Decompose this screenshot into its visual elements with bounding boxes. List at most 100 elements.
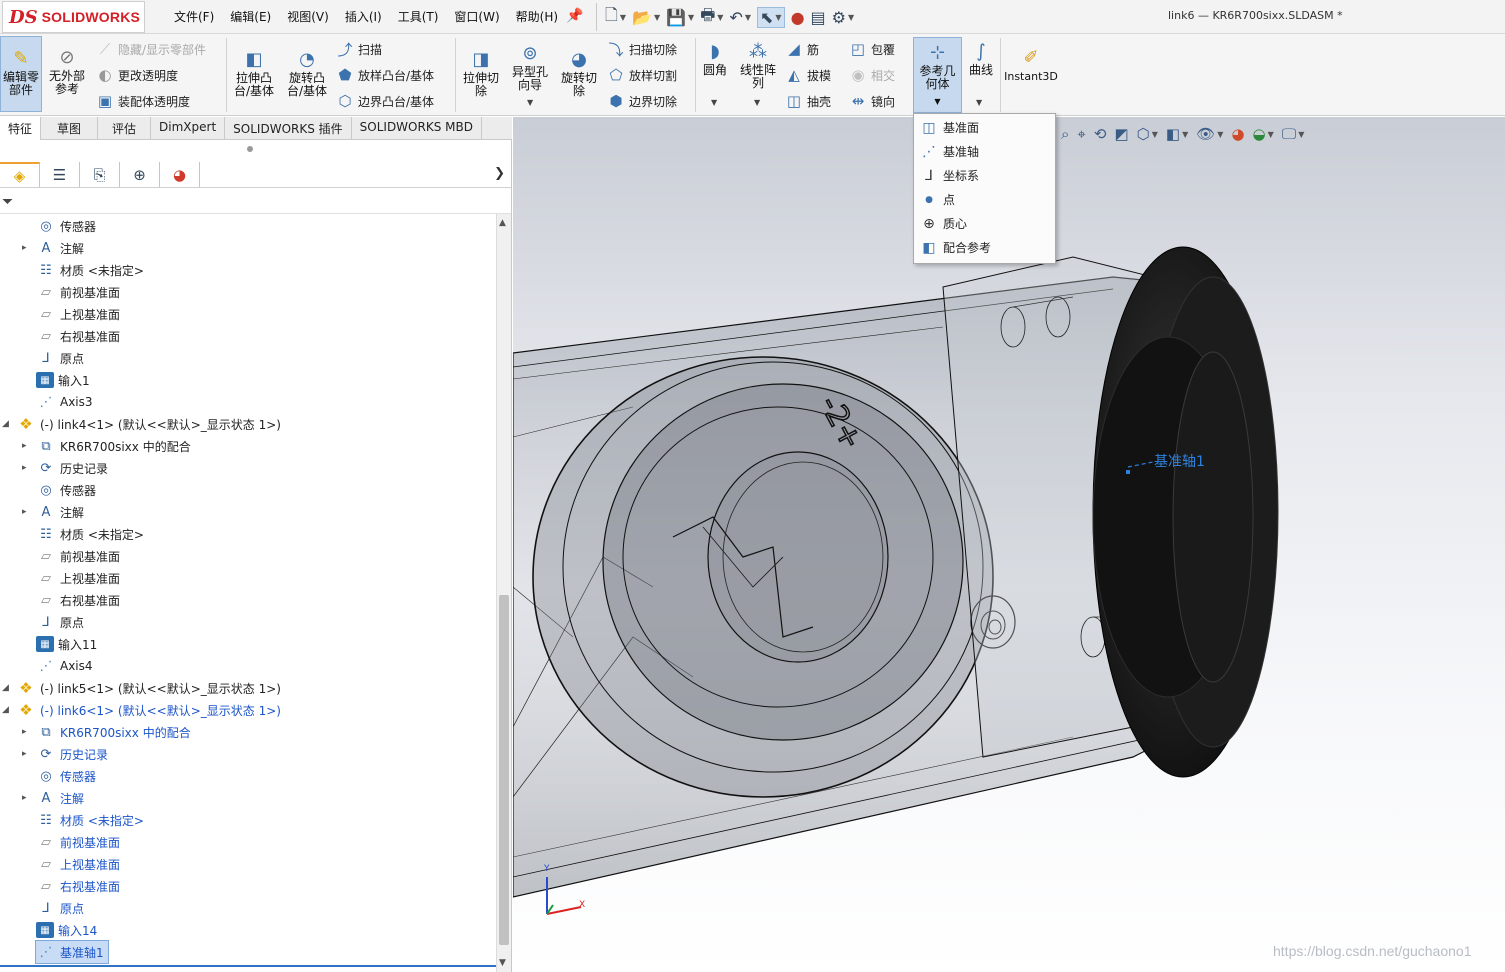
hide-show-items-icon[interactable]: 👁 <box>1196 125 1215 143</box>
expand-toggle-icon[interactable]: ▸ <box>22 793 27 803</box>
change-transparency-button[interactable]: ◐ 更改透明度 <box>94 65 178 85</box>
expand-toggle-icon[interactable]: ◢ <box>2 705 9 715</box>
select-button[interactable]: ⬉ ▼ <box>757 6 785 28</box>
hole-wizard-button[interactable]: ⊚ 异型孔 向导 <box>508 44 552 92</box>
tree-item[interactable]: ⋰ Axis4 <box>36 655 93 677</box>
solidworks-logo[interactable]: DS SOLIDWORKS <box>2 1 145 33</box>
tree-item[interactable]: ◢ ❖ (-) link5<1> (默认<<默认>_显示状态 1>) <box>2 677 281 699</box>
hide-show-components-button[interactable]: ⟋ 隐藏/显示零部件 <box>94 39 206 59</box>
tab-solidworks-addins[interactable]: SOLIDWORKS 插件 <box>225 117 352 140</box>
linear-pattern-button[interactable]: ⁂ 线性阵 列 <box>736 42 780 90</box>
view-settings-icon[interactable]: 🖵 <box>1282 125 1296 143</box>
tree-item[interactable]: ⋰ Axis3 <box>36 391 93 413</box>
rib-button[interactable]: ◢ 筋 <box>783 39 819 59</box>
property-manager-tab[interactable]: ☰ <box>40 162 80 187</box>
undo-button[interactable]: ↶ ▼ <box>729 8 751 27</box>
tree-item[interactable]: ▱ 上视基准面 <box>36 567 120 589</box>
expand-toggle-icon[interactable]: ▸ <box>22 727 27 737</box>
chevron-down-icon[interactable]: ▼ <box>1268 130 1274 139</box>
menu-window[interactable]: 窗口(W) <box>446 6 507 27</box>
menu-item-center-of-mass[interactable]: ⊕ 质心 <box>915 212 1054 235</box>
tree-item[interactable]: ▱ 右视基准面 <box>36 875 120 897</box>
zoom-to-fit-icon[interactable]: ⌕ <box>1061 125 1069 143</box>
view-orientation-icon[interactable]: ⬡ <box>1137 125 1150 143</box>
tree-item[interactable]: ☷ 材质 <未指定> <box>36 523 144 545</box>
zoom-to-area-icon[interactable]: ⌖ <box>1077 125 1085 143</box>
menu-help[interactable]: 帮助(H) <box>508 6 566 27</box>
scroll-down-icon[interactable]: ▼ <box>499 958 506 968</box>
display-manager-tab[interactable]: ◕ <box>160 162 200 187</box>
chevron-down-icon[interactable]: ▼ <box>1217 130 1223 139</box>
menu-item-plane[interactable]: ◫ 基准面 <box>915 116 1054 139</box>
tree-item[interactable]: ▱ 右视基准面 <box>36 589 120 611</box>
tree-item[interactable]: ▱ 前视基准面 <box>36 545 120 567</box>
panel-splitter[interactable] <box>247 146 253 152</box>
tree-item[interactable]: ▱ 前视基准面 <box>36 831 120 853</box>
menu-item-mate-reference[interactable]: ◧ 配合参考 <box>915 236 1054 259</box>
tree-item[interactable]: ▦ 输入11 <box>36 633 97 655</box>
print-button[interactable]: 🖶 ▼ <box>700 4 723 31</box>
chevron-down-icon[interactable]: ▼ <box>1152 130 1158 139</box>
tree-item[interactable]: ⅃ 原点 <box>36 611 84 633</box>
revolve-boss-button[interactable]: ◔ 旋转凸 台/基体 <box>284 50 330 98</box>
edit-component-button[interactable]: ✎ 编辑零 部件 <box>0 36 42 112</box>
edit-appearance-icon[interactable]: ◕ <box>1231 125 1244 143</box>
apply-scene-icon[interactable]: ◒ <box>1253 125 1266 143</box>
tab-solidworks-mbd[interactable]: SOLIDWORKS MBD <box>352 117 482 140</box>
mirror-button[interactable]: ⇹ 镜向 <box>847 91 895 111</box>
extrude-cut-button[interactable]: ◨ 拉伸切 除 <box>459 50 503 98</box>
rebuild-button[interactable]: ● <box>791 8 805 27</box>
menu-item-coordinate-system[interactable]: ⅃ 坐标系 <box>915 164 1054 187</box>
reference-geometry-button[interactable]: ⊹ 参考几 何体 ▼ <box>913 37 962 113</box>
save-button[interactable]: 💾 ▼ <box>666 8 694 27</box>
tree-item[interactable]: ▦ 输入14 <box>36 919 97 941</box>
tab-dimxpert[interactable]: DimXpert <box>151 117 226 140</box>
tree-item[interactable]: ▱ 上视基准面 <box>36 853 120 875</box>
tool-flange[interactable] <box>1092 246 1279 778</box>
tree-item[interactable]: ▸ A 注解 <box>22 501 84 523</box>
tree-item[interactable]: ▸ ⧉ KR6R700sixx 中的配合 <box>22 721 191 743</box>
loft-boss-button[interactable]: ⬟ 放样凸台/基体 <box>334 65 434 85</box>
menu-tools[interactable]: 工具(T) <box>390 6 447 27</box>
intersect-button[interactable]: ◉ 相交 <box>847 65 895 85</box>
menu-item-axis[interactable]: ⋰ 基准轴 <box>915 140 1054 163</box>
expand-toggle-icon[interactable]: ▸ <box>22 749 27 759</box>
tree-item[interactable]: ◎ 传感器 <box>36 765 96 787</box>
chevron-right-icon[interactable]: ❯ <box>494 166 505 181</box>
tree-item[interactable]: ☷ 材质 <未指定> <box>36 259 144 281</box>
tree-item[interactable]: ◎ 传感器 <box>36 215 96 237</box>
tab-sketch[interactable]: 草图 <box>41 117 99 140</box>
menu-insert[interactable]: 插入(I) <box>337 6 390 27</box>
shell-button[interactable]: ◫ 抽壳 <box>783 91 831 111</box>
expand-toggle-icon[interactable]: ◢ <box>2 419 9 429</box>
expand-toggle-icon[interactable]: ▸ <box>22 441 27 451</box>
tree-item[interactable]: ◢ ❖ (-) link6<1> (默认<<默认>_显示状态 1>) <box>2 699 281 721</box>
configuration-manager-tab[interactable]: ⎘ <box>80 162 120 187</box>
chevron-down-icon[interactable]: ▼ <box>1182 130 1188 139</box>
dimxpert-tab[interactable]: ⊕ <box>120 162 160 187</box>
tree-scrollbar-thumb[interactable] <box>499 595 509 945</box>
display-style-icon[interactable]: ◧ <box>1166 125 1180 143</box>
chevron-down-icon[interactable]: ▼ <box>527 98 533 107</box>
feature-tree-tab[interactable]: ◈ <box>0 162 40 187</box>
tree-item[interactable]: ⅃ 原点 <box>36 347 84 369</box>
datum-axis-label[interactable]: 基准轴1 <box>1154 451 1205 471</box>
tree-item[interactable]: ▱ 右视基准面 <box>36 325 120 347</box>
tree-item[interactable]: ▸ A 注解 <box>22 237 84 259</box>
menu-view[interactable]: 视图(V) <box>279 6 337 27</box>
tab-evaluate[interactable]: 评估 <box>98 117 152 140</box>
loft-cut-button[interactable]: ⬠ 放样切割 <box>605 65 677 85</box>
tree-item[interactable]: ▸ ⟳ 历史记录 <box>22 457 108 479</box>
sweep-button[interactable]: ⤴ 扫描 <box>334 39 382 59</box>
boundary-cut-button[interactable]: ⬢ 边界切除 <box>605 91 677 111</box>
filter-icon[interactable]: ⏷ <box>2 194 13 210</box>
tree-item[interactable]: ▸ A 注解 <box>22 787 84 809</box>
chevron-down-icon[interactable]: ▼ <box>1298 130 1304 139</box>
tree-item[interactable]: ▱ 上视基准面 <box>36 303 120 325</box>
chevron-down-icon[interactable]: ▼ <box>711 98 717 107</box>
tab-features[interactable]: 特征 <box>0 117 42 140</box>
curves-button[interactable]: ∫ 曲线 <box>965 42 997 77</box>
sweep-cut-button[interactable]: ⤵ 扫描切除 <box>605 39 677 59</box>
open-button[interactable]: 📂 ▼ <box>632 8 660 27</box>
file-properties-button[interactable]: ▤ <box>811 8 826 27</box>
